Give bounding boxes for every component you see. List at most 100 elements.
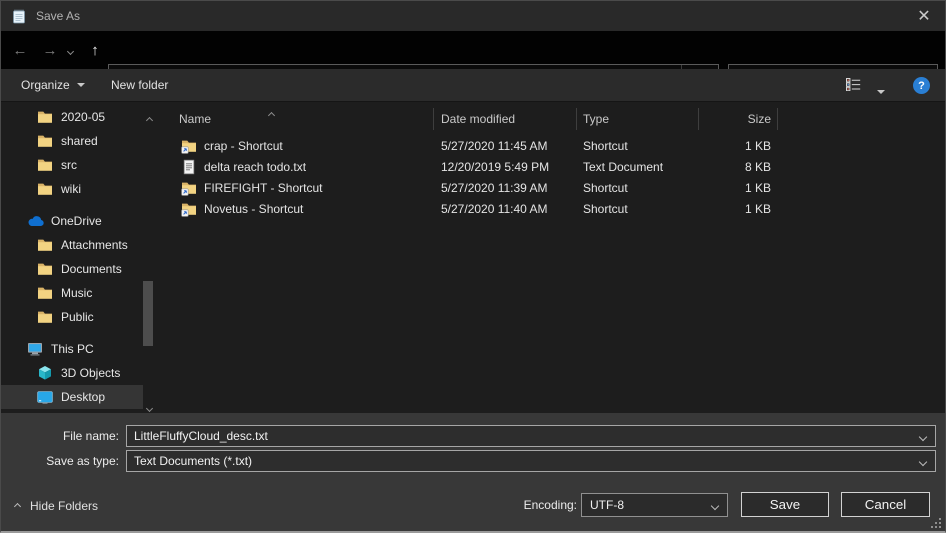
sidebar-scroll-up-icon[interactable] — [147, 112, 152, 126]
sidebar-item-label: src — [61, 158, 77, 172]
navigation-bar: ← → ↑ This PC Desktop — [1, 31, 945, 69]
folder-tree-sidebar: 2020-05 shared src wiki OneDrive Attachments D… — [1, 102, 166, 413]
sidebar-item-label: Desktop — [61, 390, 105, 404]
save-as-type-combobox[interactable]: Text Documents (*.txt) — [126, 450, 936, 472]
save-button[interactable]: Save — [741, 492, 829, 517]
folder-icon — [37, 237, 53, 253]
folder-icon — [37, 133, 53, 149]
sidebar-item-label: 2020-05 — [61, 110, 105, 124]
sidebar-item-src[interactable]: src — [1, 153, 143, 177]
save-as-type-label: Save as type: — [1, 454, 119, 468]
column-headers: Name Date modified Type Size — [166, 105, 945, 133]
onedrive-icon — [27, 215, 43, 227]
sidebar-item-music[interactable]: Music — [1, 281, 143, 305]
back-button[interactable]: ← — [8, 38, 32, 62]
encoding-label: Encoding: — [1, 498, 577, 512]
cancel-button[interactable]: Cancel — [841, 492, 930, 517]
sidebar-item-label: Music — [61, 286, 92, 300]
chevron-down-icon[interactable] — [920, 454, 935, 468]
view-details-icon[interactable] — [846, 78, 861, 91]
sidebar-item-desktop[interactable]: Desktop — [1, 385, 143, 409]
file-name-cell: FIREFIGHT - Shortcut — [166, 180, 434, 196]
shortcut-folder-icon — [181, 138, 197, 154]
sidebar-item-label: Public — [61, 310, 94, 324]
file-row-crap-shortcut[interactable]: crap - Shortcut5/27/2020 11:45 AMShortcu… — [166, 135, 945, 156]
sidebar-item-label: Documents — [61, 262, 122, 276]
file-type-cell: Shortcut — [577, 202, 699, 216]
sidebar-item-attachments[interactable]: Attachments — [1, 233, 143, 257]
file-name-combobox[interactable] — [126, 425, 936, 447]
file-row-delta-reach-todo-txt[interactable]: delta reach todo.txt12/20/2019 5:49 PMTe… — [166, 156, 945, 177]
file-date-cell: 5/27/2020 11:45 AM — [434, 139, 577, 153]
sidebar-item-onedrive[interactable]: OneDrive — [1, 209, 143, 233]
column-header-type[interactable]: Type — [577, 105, 699, 133]
file-size-cell: 1 KB — [699, 181, 778, 195]
column-header-name[interactable]: Name — [166, 105, 434, 133]
main-area: 2020-05 shared src wiki OneDrive Attachments D… — [1, 102, 945, 413]
sidebar-item-shared[interactable]: shared — [1, 129, 143, 153]
forward-button[interactable]: → — [38, 38, 62, 62]
file-size-cell: 1 KB — [699, 139, 778, 153]
sidebar-item-label: shared — [61, 134, 98, 148]
sidebar-item-label: This PC — [51, 342, 94, 356]
up-button[interactable]: ↑ — [83, 38, 107, 62]
file-name-cell: crap - Shortcut — [166, 138, 434, 154]
file-date-cell: 5/27/2020 11:39 AM — [434, 181, 577, 195]
sidebar-item-wiki[interactable]: wiki — [1, 177, 143, 201]
file-size-cell: 1 KB — [699, 202, 778, 216]
shortcut-folder-icon — [181, 201, 197, 217]
shortcut-folder-icon — [181, 180, 197, 196]
file-row-firefight-shortcut[interactable]: FIREFIGHT - Shortcut5/27/2020 11:39 AMSh… — [166, 177, 945, 198]
encoding-combobox[interactable]: UTF-8 — [581, 493, 728, 517]
sidebar-item-label: OneDrive — [51, 214, 102, 228]
notepad-icon — [11, 8, 27, 24]
sidebar-item-this-pc[interactable]: This PC — [1, 337, 143, 361]
text-doc-icon — [181, 159, 197, 175]
folder-icon — [37, 109, 53, 125]
column-header-date-modified[interactable]: Date modified — [434, 105, 577, 133]
file-name-cell: Novetus - Shortcut — [166, 201, 434, 217]
desktop-icon — [37, 391, 53, 404]
chevron-down-icon[interactable] — [920, 429, 935, 443]
sidebar-item-3d-objects[interactable]: 3D Objects — [1, 361, 143, 385]
resize-grip[interactable] — [930, 517, 942, 529]
file-type-cell: Shortcut — [577, 181, 699, 195]
folder-icon — [37, 285, 53, 301]
folder-icon — [37, 181, 53, 197]
file-date-cell: 5/27/2020 11:40 AM — [434, 202, 577, 216]
window-title: Save As — [36, 9, 80, 23]
title-bar: Save As — [1, 1, 945, 31]
organize-button[interactable]: Organize — [21, 69, 85, 101]
file-name-cell: delta reach todo.txt — [166, 159, 434, 175]
view-options-caret-icon[interactable] — [877, 83, 885, 97]
file-type-cell: Shortcut — [577, 139, 699, 153]
command-toolbar: Organize New folder ? — [1, 69, 945, 102]
new-folder-button[interactable]: New folder — [111, 69, 168, 101]
sidebar-item-2020-05[interactable]: 2020-05 — [1, 105, 143, 129]
sidebar-scroll-down-icon[interactable] — [147, 400, 152, 413]
sidebar-item-label: Attachments — [61, 238, 128, 252]
pc-icon — [27, 342, 43, 356]
chevron-down-icon — [712, 498, 727, 512]
sidebar-item-label: 3D Objects — [61, 366, 120, 380]
sidebar-item-label: wiki — [61, 182, 81, 196]
close-icon[interactable]: ✕ — [903, 1, 945, 31]
file-date-cell: 12/20/2019 5:49 PM — [434, 160, 577, 174]
recent-locations-chevron[interactable] — [63, 44, 77, 58]
sort-ascending-icon — [269, 107, 274, 121]
cube-icon — [37, 365, 53, 381]
file-row-novetus-shortcut[interactable]: Novetus - Shortcut5/27/2020 11:40 AMShor… — [166, 198, 945, 219]
save-as-dialog: Save As ✕ ← → ↑ This PC Desktop Organize — [0, 0, 946, 533]
file-list-pane: Name Date modified Type Size crap - Shor… — [166, 102, 945, 413]
footer-panel: File name: Save as type: Text Documents … — [1, 413, 945, 531]
column-header-size[interactable]: Size — [699, 105, 778, 133]
sidebar-scrollbar-thumb[interactable] — [143, 281, 153, 346]
organize-caret-icon — [77, 83, 85, 87]
help-icon[interactable]: ? — [913, 77, 930, 94]
folder-icon — [37, 309, 53, 325]
sidebar-item-documents[interactable]: Documents — [1, 257, 143, 281]
folder-icon — [37, 261, 53, 277]
sidebar-item-public[interactable]: Public — [1, 305, 143, 329]
file-name-input[interactable] — [127, 428, 920, 444]
file-type-cell: Text Document — [577, 160, 699, 174]
